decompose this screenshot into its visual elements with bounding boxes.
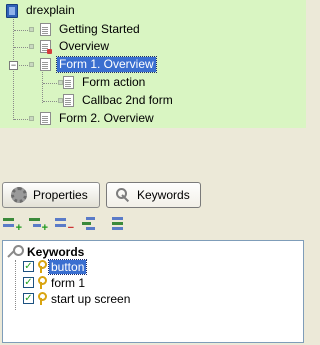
tree-connector — [15, 260, 16, 310]
properties-panel: Properties Keywords + + − Keywords ✓ but… — [0, 128, 306, 345]
remove-keyword-button[interactable]: − — [54, 215, 74, 234]
plus-icon: + — [41, 222, 48, 234]
add-child-icon-line — [33, 224, 41, 227]
tab-properties-label: Properties — [33, 188, 88, 202]
keyword-checkbox[interactable]: ✓ — [23, 293, 34, 304]
keyword-checkbox[interactable]: ✓ — [23, 261, 34, 272]
list-button[interactable] — [106, 215, 126, 233]
page-icon — [63, 94, 74, 107]
tree-connector — [42, 72, 43, 103]
page-icon — [40, 58, 51, 71]
tree-item-callbac-2nd-form[interactable]: Callbac 2nd form — [63, 92, 175, 109]
tree-item-getting-started[interactable]: Getting Started — [40, 21, 142, 38]
key-icon — [37, 276, 47, 289]
keywords-root-label: Keywords — [27, 244, 85, 259]
keyword-label: button — [47, 258, 88, 275]
page-icon — [40, 112, 51, 125]
book-icon — [6, 3, 18, 18]
keywords-list[interactable]: Keywords ✓ button ✓ form 1 ✓ start up sc… — [2, 240, 304, 343]
list-icon-line — [112, 222, 123, 225]
tab-keywords[interactable]: Keywords — [106, 182, 201, 208]
tab-properties[interactable]: Properties — [2, 182, 100, 208]
add-icon — [3, 218, 14, 221]
node-state-icon — [29, 116, 34, 121]
tree-item-overview[interactable]: Overview — [40, 38, 111, 55]
keyword-item-form-1[interactable]: ✓ form 1 — [23, 275, 87, 290]
tree-item-form2-overview[interactable]: Form 2. Overview — [40, 110, 156, 127]
tree-item-label: Form 2. Overview — [59, 111, 154, 125]
keywords-toolbar: + + − — [2, 215, 132, 234]
list-icon — [112, 217, 123, 220]
tree-item-form-action[interactable]: Form action — [63, 74, 147, 91]
collapse-icon[interactable]: − — [9, 61, 18, 70]
add-keyword-button[interactable]: + — [2, 215, 22, 234]
sort-icon-line — [86, 227, 95, 230]
keywords-root[interactable]: Keywords — [7, 244, 84, 259]
page-icon — [63, 76, 74, 89]
add-child-icon — [29, 218, 40, 221]
keyword-checkbox[interactable]: ✓ — [23, 277, 34, 288]
node-state-icon — [29, 44, 34, 49]
page-red-icon — [40, 40, 52, 54]
node-state-icon — [29, 62, 34, 67]
keyword-item-start-up-screen[interactable]: ✓ start up screen — [23, 291, 132, 306]
plus-icon: + — [15, 222, 22, 234]
sort-icon-line — [82, 222, 91, 225]
tree-item-label: Getting Started — [59, 22, 140, 36]
keyword-label: start up screen — [51, 291, 131, 306]
tree-root[interactable]: drexplain — [6, 2, 77, 19]
tree-item-label: Form action — [82, 75, 146, 89]
list-icon-line — [112, 227, 123, 230]
remove-icon-line — [55, 224, 66, 227]
sort-button[interactable] — [80, 215, 100, 233]
key-icon — [7, 244, 24, 260]
key-icon — [37, 292, 47, 305]
tree-item-label: Overview — [59, 39, 110, 53]
tree-root-label: drexplain — [26, 3, 75, 17]
tree-item-label: Callbac 2nd form — [82, 93, 173, 107]
sort-icon — [86, 217, 95, 220]
page-icon — [40, 23, 51, 36]
remove-icon — [55, 218, 66, 221]
add-child-keyword-button[interactable]: + — [28, 215, 48, 234]
tree-item-form1-overview[interactable]: Form 1. Overview — [40, 56, 157, 73]
keyword-label: form 1 — [51, 275, 86, 290]
keyword-item-button[interactable]: ✓ button — [23, 258, 88, 275]
node-state-icon — [29, 27, 34, 32]
key-icon — [37, 260, 47, 273]
minus-icon: − — [67, 222, 74, 234]
gear-icon — [11, 187, 27, 203]
key-icon — [115, 187, 131, 203]
topic-tree: drexplain Getting Started Overview − For… — [0, 0, 306, 128]
add-icon-line — [3, 224, 14, 227]
tab-keywords-label: Keywords — [137, 188, 190, 202]
tree-item-label: Form 1. Overview — [56, 56, 157, 73]
